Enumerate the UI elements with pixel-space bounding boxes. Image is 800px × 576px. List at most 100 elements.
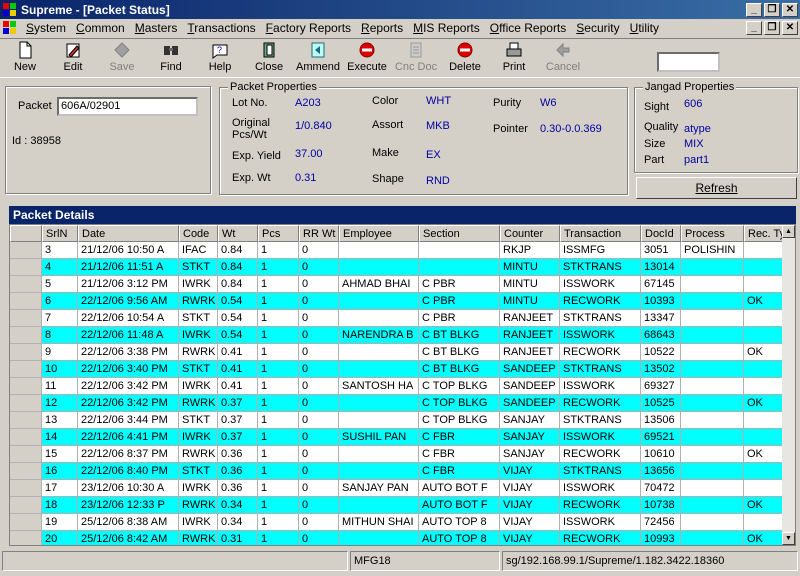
- table-cell: IWRK: [179, 429, 218, 446]
- window-title: Supreme - [Packet Status]: [21, 2, 170, 17]
- close-button[interactable]: ✕: [782, 2, 798, 17]
- packet-input[interactable]: 606A/02901: [57, 97, 198, 116]
- table-cell: AUTO BOT F: [419, 497, 500, 514]
- cnc-doc-button[interactable]: Cnc Doc: [391, 41, 441, 73]
- minimize-button[interactable]: _: [746, 2, 762, 17]
- row-header-cell[interactable]: [10, 378, 42, 395]
- row-header-cell[interactable]: [10, 344, 42, 361]
- save-button[interactable]: Save: [97, 41, 147, 73]
- cancel-button[interactable]: Cancel: [538, 41, 588, 73]
- print-icon: [505, 41, 523, 59]
- app-icon[interactable]: [3, 2, 17, 17]
- column-header[interactable]: Process: [681, 225, 744, 242]
- row-header-cell[interactable]: [10, 446, 42, 463]
- table-cell: 0: [299, 327, 339, 344]
- table-cell: [681, 480, 744, 497]
- row-header-cell[interactable]: [10, 480, 42, 497]
- help-button[interactable]: ? Help: [195, 41, 245, 73]
- menu-reports[interactable]: Reports: [356, 21, 408, 35]
- scroll-up-icon[interactable]: ▲: [782, 225, 795, 238]
- row-header-cell[interactable]: [10, 497, 42, 514]
- column-header[interactable]: Section: [419, 225, 500, 242]
- row-header-cell[interactable]: [10, 412, 42, 429]
- column-header[interactable]: Code: [179, 225, 218, 242]
- find-button[interactable]: Find: [146, 41, 196, 73]
- table-cell: 0.84: [218, 276, 258, 293]
- row-header-cell[interactable]: [10, 276, 42, 293]
- pointer-label: Pointer: [493, 123, 528, 135]
- lot-value: A203: [295, 97, 321, 109]
- execute-button[interactable]: Execute: [342, 41, 392, 73]
- grid-vertical-scrollbar[interactable]: ▲ ▼: [782, 225, 795, 545]
- table-cell: IWRK: [179, 378, 218, 395]
- row-header-cell[interactable]: [10, 225, 42, 242]
- row-header-cell[interactable]: [10, 429, 42, 446]
- table-cell: AHMAD BHAI: [339, 276, 419, 293]
- table-cell: 10522: [641, 344, 681, 361]
- column-header[interactable]: SrlN: [42, 225, 78, 242]
- table-cell: RECWORK: [560, 293, 641, 310]
- column-header[interactable]: Pcs: [258, 225, 299, 242]
- table-cell: 0: [299, 395, 339, 412]
- menu-security[interactable]: Security: [571, 21, 624, 35]
- packet-properties-group: Packet Properties: [219, 81, 628, 195]
- column-header[interactable]: Date: [78, 225, 179, 242]
- delete-button[interactable]: Delete: [440, 41, 490, 73]
- column-header[interactable]: RR Wt: [299, 225, 339, 242]
- child-close-button[interactable]: ✕: [782, 21, 798, 35]
- column-header[interactable]: Transaction: [560, 225, 641, 242]
- menu-utility[interactable]: Utility: [625, 21, 664, 35]
- edit-button[interactable]: Edit: [48, 41, 98, 73]
- table-cell: RWRK: [179, 497, 218, 514]
- column-header[interactable]: Employee: [339, 225, 419, 242]
- table-cell: 13506: [641, 412, 681, 429]
- new-button[interactable]: New: [0, 41, 50, 73]
- table-cell: 0.36: [218, 463, 258, 480]
- row-header-cell[interactable]: [10, 531, 42, 545]
- row-header-cell[interactable]: [10, 514, 42, 531]
- table-cell: C FBR: [419, 446, 500, 463]
- status-panel-mfg: MFG18: [350, 551, 500, 571]
- column-header[interactable]: Counter: [500, 225, 560, 242]
- menu-masters[interactable]: Masters: [130, 21, 183, 35]
- menu-factory-reports[interactable]: Factory Reports: [261, 21, 356, 35]
- restore-button[interactable]: ❐: [764, 2, 780, 17]
- table-cell: 5: [42, 276, 78, 293]
- row-header-cell[interactable]: [10, 310, 42, 327]
- mdi-child-icon[interactable]: [3, 21, 17, 35]
- menu-transactions[interactable]: Transactions: [182, 21, 260, 35]
- column-header[interactable]: Wt: [218, 225, 258, 242]
- row-header-cell[interactable]: [10, 259, 42, 276]
- packet-details-grid[interactable]: 20 25/12/06 8:42 AM RWRK 0.31 1 0 AUTO TOP 8 VI…: [9, 224, 796, 546]
- table-cell: SANDEEP: [500, 395, 560, 412]
- row-header-cell[interactable]: [10, 327, 42, 344]
- row-header-cell[interactable]: [10, 293, 42, 310]
- table-cell: [681, 310, 744, 327]
- table-cell: 10393: [641, 293, 681, 310]
- column-header[interactable]: DocId: [641, 225, 681, 242]
- jangad-properties-title: Jangad Properties: [643, 81, 737, 93]
- table-cell: STKTRANS: [560, 310, 641, 327]
- row-header-cell[interactable]: [10, 242, 42, 259]
- child-minimize-button[interactable]: _: [746, 21, 762, 35]
- table-cell: MINTU: [500, 276, 560, 293]
- table-cell: NARENDRA B: [339, 327, 419, 344]
- menu-mis-reports[interactable]: MIS Reports: [408, 21, 485, 35]
- table-cell: [339, 531, 419, 545]
- table-cell: 1: [258, 429, 299, 446]
- row-header-cell[interactable]: [10, 395, 42, 412]
- menu-common[interactable]: Common: [71, 21, 130, 35]
- table-cell: RWRK: [179, 344, 218, 361]
- ammend-button[interactable]: Ammend: [293, 41, 343, 73]
- print-button[interactable]: Print: [489, 41, 539, 73]
- refresh-button[interactable]: Refresh: [636, 177, 797, 199]
- child-restore-button[interactable]: ❐: [764, 21, 780, 35]
- row-header-cell[interactable]: [10, 463, 42, 480]
- toolbar-search-input[interactable]: [657, 52, 720, 72]
- scroll-down-icon[interactable]: ▼: [782, 532, 795, 545]
- menu-office-reports[interactable]: Office Reports: [485, 21, 572, 35]
- menu-system[interactable]: System: [21, 21, 71, 35]
- table-cell: 0.54: [218, 327, 258, 344]
- row-header-cell[interactable]: [10, 361, 42, 378]
- close-form-button[interactable]: Close: [244, 41, 294, 73]
